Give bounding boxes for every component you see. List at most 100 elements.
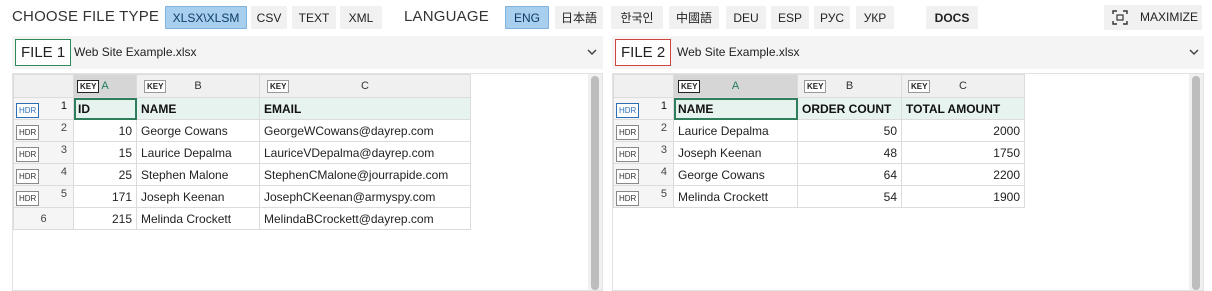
column-header-c[interactable]: KEY C [259, 74, 471, 98]
lang-ukr-button[interactable]: УКР [856, 6, 894, 29]
table-row[interactable]: HDR 5 171 Joseph Keenan JosephCKeenan@arm… [13, 185, 471, 208]
lang-eng-button[interactable]: ENG [505, 6, 549, 29]
lang-rus-button[interactable]: РУС [814, 6, 850, 29]
table-row[interactable]: 6 215 Melinda Crockett MelindaBCrockett@… [13, 207, 471, 230]
table-cell[interactable]: NAME [673, 97, 798, 120]
scroll-thumb[interactable] [1192, 76, 1200, 290]
file1-selector[interactable]: FILE 1 Web Site Example.xlsx [12, 36, 603, 69]
table-cell[interactable]: Joseph Keenan [136, 185, 260, 208]
hdr-toggle[interactable]: HDR [16, 124, 40, 140]
row-number[interactable]: HDR 1 [13, 97, 74, 120]
table-row[interactable]: HDR 4 25 Stephen Malone StephenCMalone@jo… [13, 163, 471, 186]
table-cell[interactable]: ORDER COUNT [797, 97, 902, 120]
table-cell[interactable]: StephenCMalone@jourrapide.com [259, 163, 471, 186]
table-cell[interactable]: Melinda Crockett [136, 207, 260, 230]
table-cell[interactable]: 1900 [901, 185, 1025, 208]
maximize-button[interactable]: MAXIMIZE [1104, 5, 1202, 30]
docs-button[interactable]: DOCS [926, 6, 978, 29]
table-cell[interactable]: 10 [73, 119, 137, 142]
row-number[interactable]: HDR 3 [13, 141, 74, 164]
table-row[interactable]: HDR 1 NAME ORDER COUNT TOTAL AMOUNT [613, 97, 1025, 120]
scroll-thumb[interactable] [591, 76, 599, 290]
file2-scrollbar[interactable] [1189, 74, 1203, 290]
table-cell[interactable]: 1750 [901, 141, 1025, 164]
file2-selector[interactable]: FILE 2 Web Site Example.xlsx [612, 36, 1204, 69]
table-row[interactable]: HDR 4 George Cowans 64 2200 [613, 163, 1025, 186]
row-number[interactable]: HDR 4 [13, 163, 74, 186]
hdr-toggle[interactable]: HDR [616, 146, 640, 162]
column-header-b[interactable]: KEY B [797, 74, 902, 98]
table-cell[interactable]: 15 [73, 141, 137, 164]
hdr-toggle[interactable]: HDR [616, 124, 640, 140]
key-toggle[interactable]: KEY [144, 80, 167, 93]
table-cell[interactable]: GeorgeWCowans@dayrep.com [259, 119, 471, 142]
table-cell[interactable]: 171 [73, 185, 137, 208]
hdr-toggle[interactable]: HDR [616, 190, 640, 206]
column-header-b[interactable]: KEY B [136, 74, 260, 98]
column-header-a[interactable]: KEY A [73, 74, 137, 98]
table-row[interactable]: HDR 3 Joseph Keenan 48 1750 [613, 141, 1025, 164]
table-cell[interactable]: Joseph Keenan [673, 141, 798, 164]
chevron-down-icon[interactable] [1188, 46, 1200, 58]
hdr-toggle[interactable]: HDR [16, 102, 40, 118]
row-number[interactable]: HDR 1 [613, 97, 674, 120]
table-cell[interactable]: LauriceVDepalma@dayrep.com [259, 141, 471, 164]
row-number[interactable]: HDR 5 [13, 185, 74, 208]
lang-jpn-button[interactable]: 日本語 [555, 6, 603, 29]
key-toggle[interactable]: KEY [908, 80, 931, 93]
table-cell[interactable]: Stephen Malone [136, 163, 260, 186]
table-cell[interactable]: 64 [797, 163, 902, 186]
table-cell[interactable]: ID [73, 97, 137, 120]
hdr-toggle[interactable]: HDR [16, 168, 40, 184]
table-cell[interactable]: 25 [73, 163, 137, 186]
lang-chn-button[interactable]: 中國語 [669, 6, 719, 29]
filetype-text-button[interactable]: TEXT [292, 6, 336, 29]
file1-scrollbar[interactable] [588, 74, 602, 290]
column-header-a[interactable]: KEY A [673, 74, 798, 98]
table-row[interactable]: HDR 5 Melinda Crockett 54 1900 [613, 185, 1025, 208]
table-cell[interactable]: 50 [797, 119, 902, 142]
table-cell[interactable]: George Cowans [136, 119, 260, 142]
table-cell[interactable]: George Cowans [673, 163, 798, 186]
file2-grid[interactable]: KEY A KEY B KEY C HDR 1 NAME ORDER COUNT TOT… [612, 73, 1204, 291]
filetype-xml-button[interactable]: XML [340, 6, 382, 29]
row-number[interactable]: HDR 2 [13, 119, 74, 142]
filetype-xlsx-button[interactable]: XLSX\XLSM [165, 6, 247, 29]
table-row[interactable]: HDR 2 10 George Cowans GeorgeWCowans@dayr… [13, 119, 471, 142]
table-cell[interactable]: EMAIL [259, 97, 471, 120]
table-cell[interactable]: 48 [797, 141, 902, 164]
hdr-toggle[interactable]: HDR [616, 168, 640, 184]
table-cell[interactable]: TOTAL AMOUNT [901, 97, 1025, 120]
row-number[interactable]: HDR 5 [613, 185, 674, 208]
key-toggle[interactable]: KEY [267, 80, 290, 93]
hdr-toggle[interactable]: HDR [16, 190, 40, 206]
table-row[interactable]: HDR 2 Laurice Depalma 50 2000 [613, 119, 1025, 142]
table-cell[interactable]: 2200 [901, 163, 1025, 186]
chevron-down-icon[interactable] [586, 46, 598, 58]
row-number[interactable]: HDR 2 [613, 119, 674, 142]
key-toggle[interactable]: KEY [77, 80, 100, 93]
table-cell[interactable]: Melinda Crockett [673, 185, 798, 208]
table-cell[interactable]: Laurice Depalma [136, 141, 260, 164]
table-cell[interactable]: Laurice Depalma [673, 119, 798, 142]
table-cell[interactable]: MelindaBCrockett@dayrep.com [259, 207, 471, 230]
table-cell[interactable]: 215 [73, 207, 137, 230]
file1-grid[interactable]: KEY A KEY B KEY C HDR 1 ID NAME EMAIL HDR 2 1… [12, 73, 603, 291]
lang-esp-button[interactable]: ESP [771, 6, 809, 29]
table-row[interactable]: HDR 1 ID NAME EMAIL [13, 97, 471, 120]
hdr-toggle[interactable]: HDR [16, 146, 40, 162]
row-number[interactable]: HDR 3 [613, 141, 674, 164]
table-cell[interactable]: 54 [797, 185, 902, 208]
key-toggle[interactable]: KEY [678, 80, 701, 93]
table-cell[interactable]: JosephCKeenan@armyspy.com [259, 185, 471, 208]
hdr-toggle[interactable]: HDR [616, 102, 640, 118]
key-toggle[interactable]: KEY [804, 80, 827, 93]
lang-kor-button[interactable]: 한국인 [611, 6, 663, 29]
filetype-csv-button[interactable]: CSV [251, 6, 287, 29]
row-number[interactable]: 6 [13, 207, 74, 230]
column-header-c[interactable]: KEY C [901, 74, 1025, 98]
table-cell[interactable]: NAME [136, 97, 260, 120]
table-cell[interactable]: 2000 [901, 119, 1025, 142]
table-row[interactable]: HDR 3 15 Laurice Depalma LauriceVDepalma@… [13, 141, 471, 164]
lang-deu-button[interactable]: DEU [726, 6, 766, 29]
